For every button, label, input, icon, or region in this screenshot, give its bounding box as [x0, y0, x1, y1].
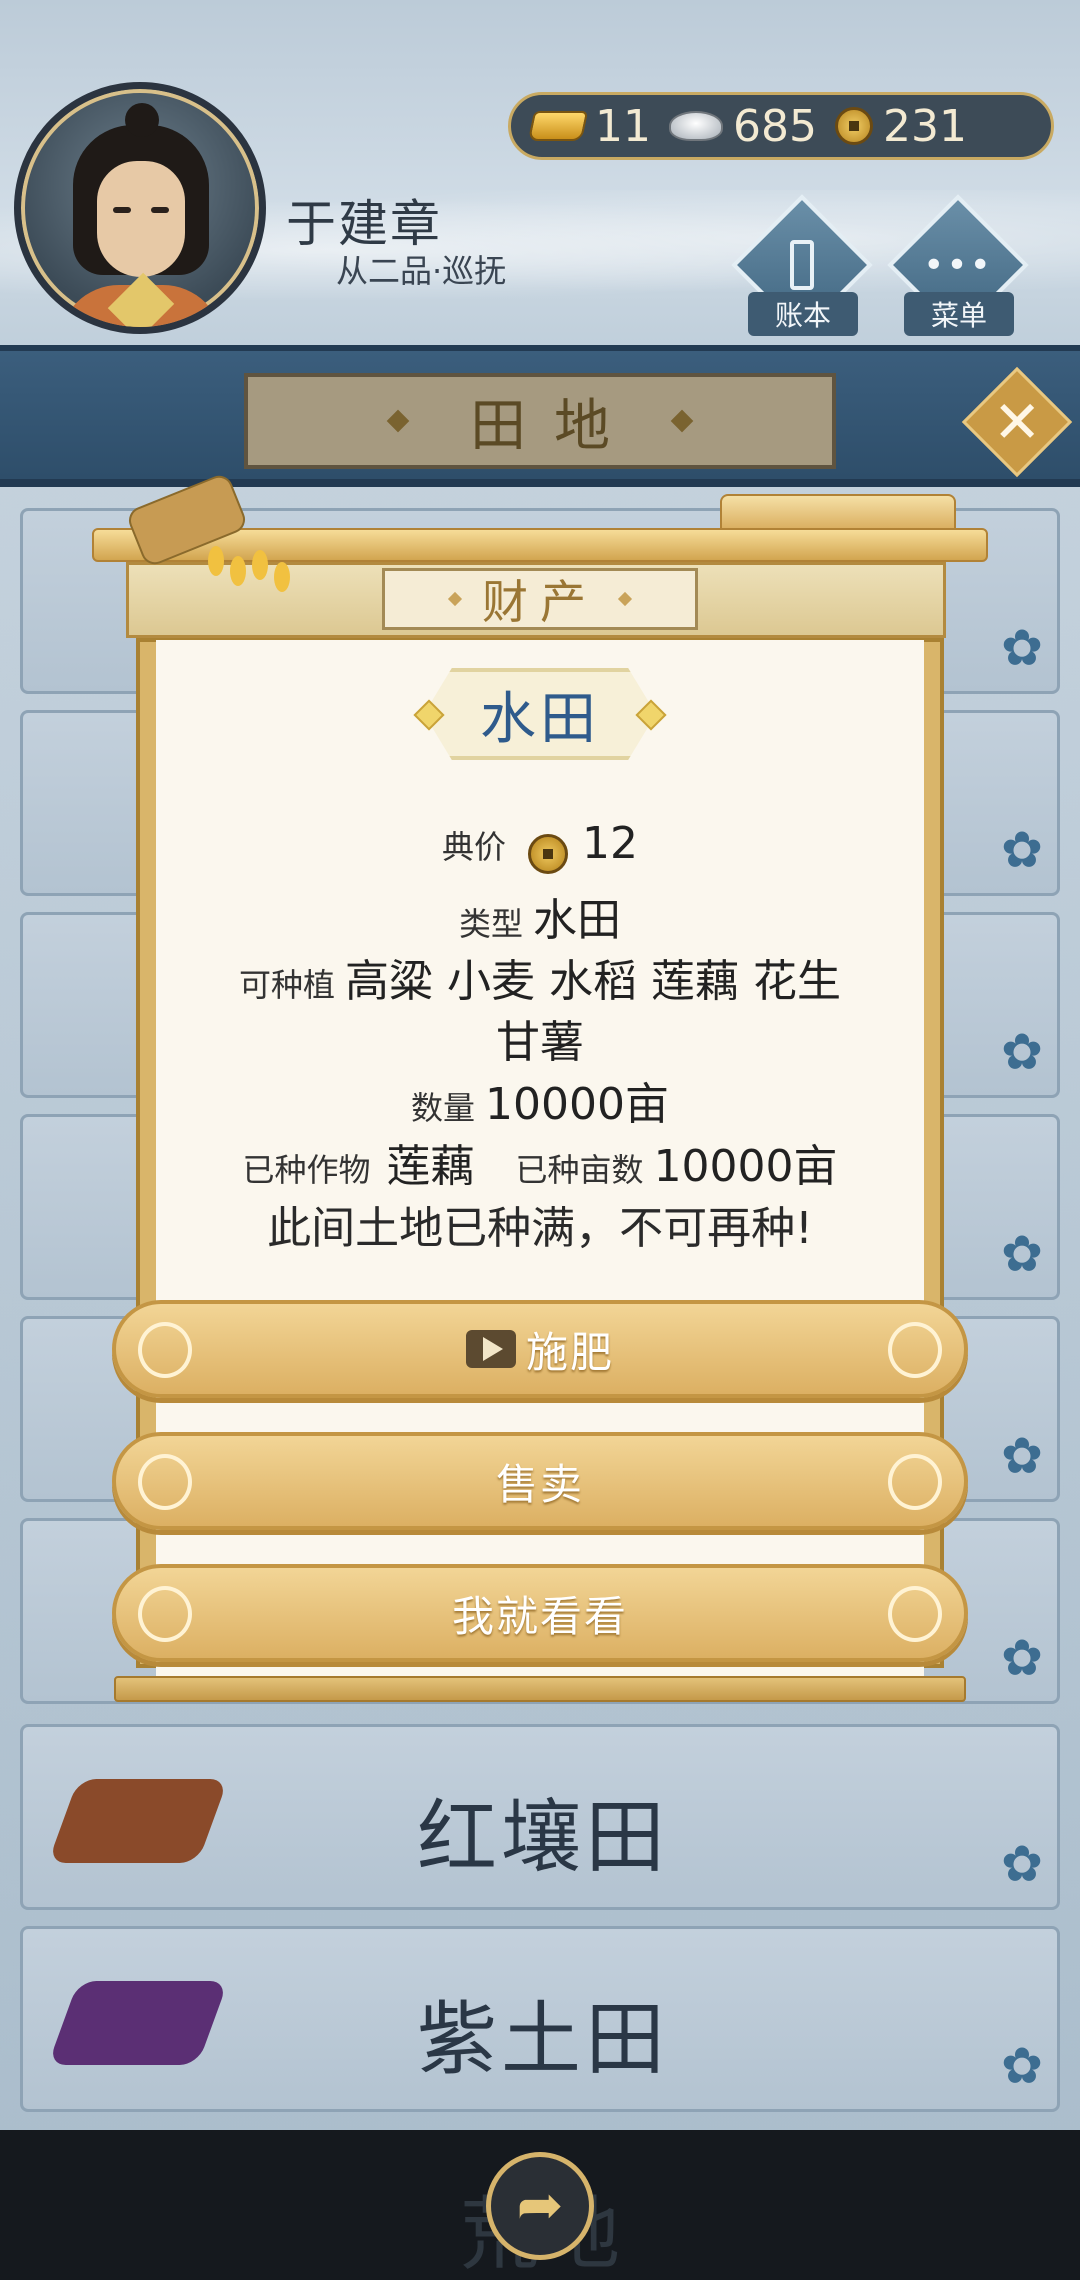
ledger-book-icon	[790, 240, 814, 290]
copper-coin-icon	[834, 107, 873, 145]
swirl-ornament-left	[138, 1454, 192, 1510]
scroll-bottom-rod	[114, 1676, 966, 1702]
planted-area-label: 已种亩数	[515, 1151, 644, 1189]
close-icon: ✕	[992, 387, 1042, 456]
planted-row: 已种作物 莲藕 已种亩数 10000亩	[156, 1130, 924, 1194]
menu-dots-icon: •••	[923, 244, 993, 286]
flower-icon: ✿	[1001, 1427, 1043, 1485]
modal-title: 财产	[482, 575, 598, 629]
flower-icon: ✿	[1001, 1023, 1043, 1081]
sell-label: 售卖	[495, 1459, 584, 1509]
currency-bar: 11 685 231	[508, 92, 1054, 160]
flower-icon: ✿	[1001, 821, 1043, 879]
flower-icon: ✿	[1001, 1629, 1043, 1687]
flower-icon: ✿	[1001, 1835, 1043, 1893]
plantable-row-2: 甘薯	[156, 1006, 924, 1070]
page-title: 田地	[470, 393, 638, 459]
avatar-eye-left	[113, 207, 131, 213]
land-name-plaque: 水田	[413, 668, 667, 760]
share-icon: ➦	[516, 2173, 564, 2238]
land-name: 水田	[480, 686, 600, 752]
field-row-purple-soil[interactable]: 紫土田 ✿	[20, 1926, 1060, 2112]
title-ornament-right	[670, 409, 694, 433]
avatar-face	[97, 161, 185, 277]
flower-icon: ✿	[1001, 2037, 1043, 2095]
copper-amount: 231	[882, 100, 967, 152]
wheat-bundle-icon	[118, 471, 318, 630]
planted-crop-value: 莲藕	[386, 1141, 475, 1192]
plantable-crops: 高粱 小麦 水稻 莲藕 花生	[345, 956, 841, 1007]
flower-icon: ✿	[1001, 619, 1043, 677]
planted-area-value: 10000亩	[653, 1141, 838, 1192]
avatar-bun	[125, 103, 159, 137]
fertilize-button[interactable]: 施肥	[112, 1300, 968, 1398]
scroll-cap-decoration	[720, 494, 956, 532]
header-ornament-right	[617, 591, 633, 607]
type-value: 水田	[533, 895, 621, 946]
gold-ingot-icon	[527, 111, 589, 141]
quantity-value: 10000亩	[485, 1079, 669, 1130]
modal-header-plaque: 财产	[382, 568, 698, 630]
quantity-label: 数量	[411, 1089, 476, 1127]
plantable-label: 可种植	[239, 966, 336, 1004]
field-full-message: 此间土地已种满，不可再种!	[267, 1203, 813, 1254]
price-row: 典价 12	[156, 818, 924, 874]
video-ad-icon	[465, 1330, 516, 1368]
browse-label: 我就看看	[451, 1591, 628, 1641]
sell-button[interactable]: 售卖	[112, 1432, 968, 1530]
plantable-row: 可种植 高粱 小麦 水稻 莲藕 花生	[156, 945, 924, 1009]
status-row: 此间土地已种满，不可再种!	[156, 1192, 924, 1256]
close-button[interactable]: ✕	[961, 366, 1073, 478]
copper-coin-icon	[528, 833, 568, 874]
field-name: 红壤田	[417, 1791, 669, 1884]
ledger-label[interactable]: 账本	[748, 292, 858, 336]
price-label: 典价	[441, 828, 506, 866]
swirl-ornament-left	[138, 1586, 192, 1642]
quantity-row: 数量 10000亩	[156, 1068, 924, 1132]
silver-ingot-icon	[669, 111, 723, 141]
title-ornament-left	[386, 409, 410, 433]
field-name: 紫土田	[417, 1993, 669, 2086]
field-row-red-soil[interactable]: 红壤田 ✿	[20, 1724, 1060, 1910]
planted-crop-label: 已种作物	[242, 1151, 371, 1189]
share-button[interactable]: ➦	[486, 2152, 594, 2260]
avatar-eye-right	[151, 207, 169, 213]
plantable-crops-cont: 甘薯	[496, 1017, 584, 1068]
header-ornament-left	[447, 591, 463, 607]
player-avatar[interactable]	[14, 82, 266, 334]
page-title-plaque: 田地	[244, 373, 836, 469]
silver-amount: 685	[733, 100, 817, 152]
player-rank: 从二品·巡抚	[336, 252, 507, 290]
menu-label[interactable]: 菜单	[904, 292, 1014, 336]
swirl-ornament-right	[888, 1454, 942, 1510]
title-band: 田地 ✕	[0, 345, 1080, 487]
flower-icon: ✿	[1001, 1225, 1043, 1283]
fertilize-label: 施肥	[525, 1327, 614, 1377]
top-header: 于建章 从二品·巡抚 11 685 231 账本 ••• 菜单	[0, 0, 1080, 345]
type-row: 类型 水田	[156, 884, 924, 948]
type-label: 类型	[458, 905, 523, 943]
swirl-ornament-left	[138, 1322, 192, 1378]
swirl-ornament-right	[888, 1586, 942, 1642]
gold-amount: 11	[595, 100, 651, 152]
swirl-ornament-right	[888, 1322, 942, 1378]
browse-button[interactable]: 我就看看	[112, 1564, 968, 1662]
price-value: 12	[582, 818, 638, 869]
